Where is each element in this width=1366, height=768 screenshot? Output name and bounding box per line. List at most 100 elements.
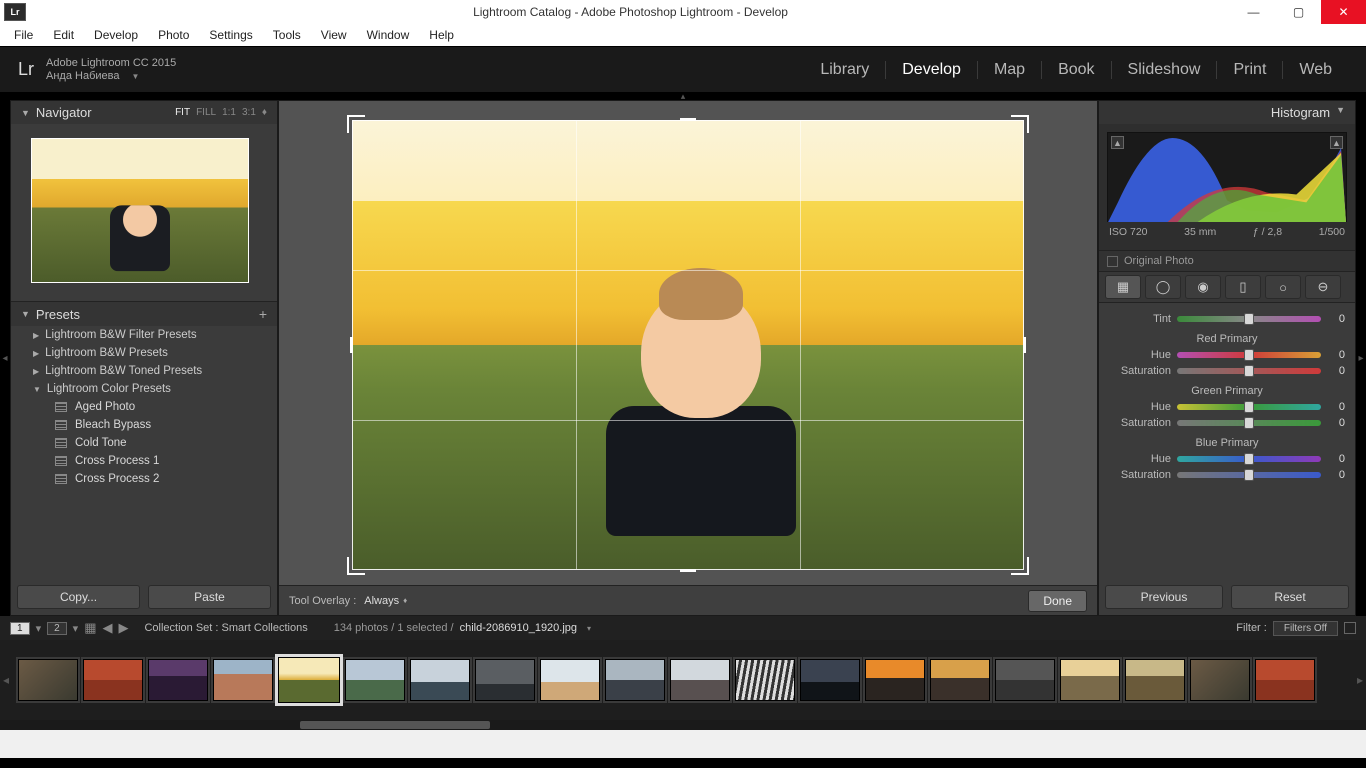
filmstrip-thumb[interactable]: [1125, 659, 1185, 701]
copy-button[interactable]: Copy...: [17, 585, 140, 609]
filmstrip-thumb[interactable]: [670, 659, 730, 701]
menu-photo[interactable]: Photo: [148, 26, 199, 44]
filmstrip-thumb[interactable]: [930, 659, 990, 701]
blue-hue-value[interactable]: 0: [1327, 453, 1345, 465]
filmstrip-thumb-selected[interactable]: [278, 657, 340, 703]
blue-sat-slider[interactable]: [1177, 472, 1321, 478]
red-hue-slider[interactable]: [1177, 352, 1321, 358]
red-sat-slider[interactable]: [1177, 368, 1321, 374]
source-path[interactable]: Collection Set : Smart Collections: [144, 622, 307, 634]
checkbox-icon[interactable]: [1107, 256, 1118, 267]
menu-file[interactable]: File: [4, 26, 43, 44]
menu-window[interactable]: Window: [357, 26, 420, 44]
green-hue-slider[interactable]: [1177, 404, 1321, 410]
blue-sat-value[interactable]: 0: [1327, 469, 1345, 481]
reset-button[interactable]: Reset: [1231, 585, 1349, 609]
filmstrip-thumb[interactable]: [475, 659, 535, 701]
blue-hue-slider[interactable]: [1177, 456, 1321, 462]
crop-handle-tr[interactable]: [1011, 115, 1029, 133]
filmstrip-thumb[interactable]: [345, 659, 405, 701]
preset-item[interactable]: Bleach Bypass: [11, 416, 277, 434]
crop-handle-b[interactable]: [680, 569, 696, 572]
tool-overlay-value[interactable]: Always: [364, 595, 399, 607]
redeye-tool-icon[interactable]: ◉: [1185, 275, 1221, 299]
preset-folder[interactable]: ▼Lightroom Color Presets: [11, 380, 277, 398]
module-web[interactable]: Web: [1283, 61, 1348, 79]
spot-tool-icon[interactable]: ◯: [1145, 275, 1181, 299]
module-book[interactable]: Book: [1042, 61, 1111, 79]
filmstrip-thumb[interactable]: [213, 659, 273, 701]
secondary-display-popup-icon[interactable]: ▾: [73, 622, 79, 635]
filmstrip-thumb[interactable]: [865, 659, 925, 701]
preset-item[interactable]: Cold Tone: [11, 434, 277, 452]
tint-value[interactable]: 0: [1327, 313, 1345, 325]
filmstrip-thumb[interactable]: [1060, 659, 1120, 701]
filmstrip-thumb[interactable]: [18, 659, 78, 701]
zoom-1-1[interactable]: 1:1: [222, 107, 236, 118]
filmstrip-thumb[interactable]: [605, 659, 665, 701]
gradient-tool-icon[interactable]: ▯: [1225, 275, 1261, 299]
primary-display-popup-icon[interactable]: ▾: [36, 622, 42, 635]
nav-back-icon[interactable]: ◀: [102, 620, 112, 636]
presets-header[interactable]: ▼ Presets +: [11, 302, 277, 326]
preset-folder[interactable]: ▶Lightroom B&W Presets: [11, 344, 277, 362]
filmstrip-thumb[interactable]: [410, 659, 470, 701]
module-slideshow[interactable]: Slideshow: [1112, 61, 1218, 79]
crop-handle-bl[interactable]: [347, 557, 365, 575]
green-hue-value[interactable]: 0: [1327, 401, 1345, 413]
filter-dropdown[interactable]: Filters Off: [1273, 621, 1338, 636]
module-print[interactable]: Print: [1217, 61, 1283, 79]
module-develop[interactable]: Develop: [886, 61, 978, 79]
menu-help[interactable]: Help: [419, 26, 464, 44]
zoom-fill[interactable]: FILL: [196, 107, 216, 118]
green-sat-slider[interactable]: [1177, 420, 1321, 426]
preset-item[interactable]: Cross Process 1: [11, 452, 277, 470]
filmstrip-thumb[interactable]: [800, 659, 860, 701]
zoom-fit[interactable]: FIT: [175, 107, 190, 118]
previous-button[interactable]: Previous: [1105, 585, 1223, 609]
module-library[interactable]: Library: [804, 61, 886, 79]
dropdown-icon[interactable]: ♦: [403, 596, 407, 605]
top-panel-grip[interactable]: [0, 92, 1366, 100]
menu-settings[interactable]: Settings: [199, 26, 262, 44]
preset-folder[interactable]: ▶Lightroom B&W Filter Presets: [11, 326, 277, 344]
filmstrip-thumb[interactable]: [540, 659, 600, 701]
green-sat-value[interactable]: 0: [1327, 417, 1345, 429]
radial-tool-icon[interactable]: ○: [1265, 275, 1301, 299]
brush-tool-icon[interactable]: ⊖: [1305, 275, 1341, 299]
crop-handle-t[interactable]: [680, 118, 696, 121]
filename-popup-icon[interactable]: ▾: [587, 624, 591, 633]
filmstrip-thumb[interactable]: [735, 659, 795, 701]
menu-tools[interactable]: Tools: [263, 26, 311, 44]
red-sat-value[interactable]: 0: [1327, 365, 1345, 377]
left-panel-grip[interactable]: ◂: [0, 100, 10, 616]
close-button[interactable]: ✕: [1321, 0, 1366, 24]
preset-item[interactable]: Aged Photo: [11, 398, 277, 416]
crop-overlay[interactable]: [352, 120, 1024, 570]
grid-view-icon[interactable]: ▦: [84, 620, 96, 636]
filter-lock-icon[interactable]: [1344, 622, 1356, 634]
menu-develop[interactable]: Develop: [84, 26, 148, 44]
crop-handle-tl[interactable]: [347, 115, 365, 133]
crop-tool-icon[interactable]: ▦: [1105, 275, 1141, 299]
module-map[interactable]: Map: [978, 61, 1042, 79]
filmstrip-thumb[interactable]: [148, 659, 208, 701]
histogram-header[interactable]: Histogram ▼: [1099, 101, 1355, 124]
filmstrip-thumb[interactable]: [83, 659, 143, 701]
filmstrip-thumb[interactable]: [1190, 659, 1250, 701]
secondary-display-button[interactable]: 2: [47, 622, 67, 635]
filmstrip-thumb[interactable]: [1255, 659, 1315, 701]
original-photo-row[interactable]: Original Photo: [1099, 250, 1355, 271]
image-canvas[interactable]: [352, 120, 1024, 570]
right-panel-grip[interactable]: ▸: [1356, 100, 1366, 616]
add-preset-icon[interactable]: +: [259, 306, 267, 322]
histogram-graph[interactable]: ▲ ▲: [1107, 132, 1347, 222]
navigator-header[interactable]: ▼ Navigator FIT FILL 1:1 3:1 ♦: [11, 101, 277, 124]
maximize-button[interactable]: ▢: [1276, 0, 1321, 24]
filmstrip[interactable]: ◂ ▸: [0, 640, 1366, 720]
navigator-thumbnail[interactable]: [31, 138, 249, 283]
crop-handle-r[interactable]: [1023, 337, 1026, 353]
done-button[interactable]: Done: [1028, 590, 1087, 612]
nav-forward-icon[interactable]: ▶: [118, 620, 128, 636]
scrollbar-thumb[interactable]: [300, 721, 490, 729]
